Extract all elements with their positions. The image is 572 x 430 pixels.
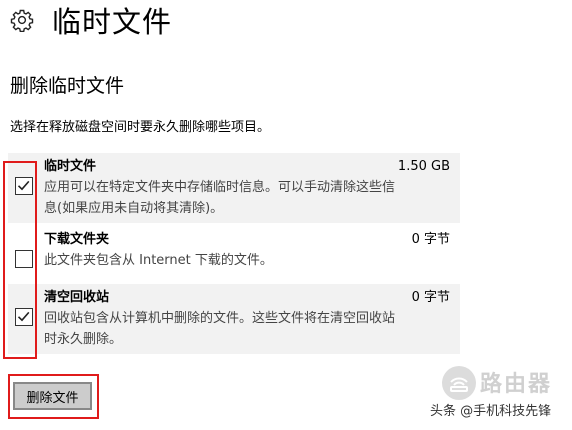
delete-files-button[interactable]: 删除文件 bbox=[13, 382, 92, 410]
check-icon bbox=[17, 180, 30, 191]
watermark-author: 头条 @手机科技先锋 bbox=[430, 404, 552, 419]
list-item-downloads[interactable]: 下载文件夹 0 字节 此文件夹包含从 Internet 下载的文件。 bbox=[8, 226, 460, 281]
checkbox-temp-files[interactable] bbox=[15, 177, 33, 195]
check-icon bbox=[17, 311, 30, 322]
item-size: 0 字节 bbox=[411, 232, 450, 247]
list-item-temp-files[interactable]: 临时文件 1.50 GB 应用可以在特定文件夹中存储临时信息。可以手动清除这些信… bbox=[8, 153, 460, 223]
item-size: 0 字节 bbox=[411, 290, 450, 305]
watermark-brand: 路由器 bbox=[480, 372, 553, 397]
section-description: 选择在释放磁盘空间时要永久删除哪些项目。 bbox=[10, 120, 271, 135]
router-watermark-icon bbox=[442, 366, 476, 400]
section-title: 删除临时文件 bbox=[10, 75, 125, 97]
checkbox-recycle-bin[interactable] bbox=[15, 308, 33, 326]
item-name: 下载文件夹 bbox=[44, 232, 110, 247]
item-description-line: 应用可以在特定文件夹中存储临时信息。可以手动清除这些信 bbox=[44, 180, 396, 195]
settings-page: 临时文件 删除临时文件 选择在释放磁盘空间时要永久删除哪些项目。 临时文件 1.… bbox=[0, 0, 572, 430]
gear-icon bbox=[10, 8, 34, 33]
list-item-recycle-bin[interactable]: 清空回收站 0 字节 回收站包含从计算机中删除的文件。这些文件将在清空回收站 时… bbox=[8, 284, 460, 354]
item-description-line: 回收站包含从计算机中删除的文件。这些文件将在清空回收站 bbox=[44, 311, 396, 326]
checkbox-downloads[interactable] bbox=[15, 250, 33, 268]
item-description-line: 息(如果应用未自动将其清除)。 bbox=[44, 201, 224, 216]
item-description: 此文件夹包含从 Internet 下载的文件。 bbox=[44, 250, 454, 271]
temp-file-list: 临时文件 1.50 GB 应用可以在特定文件夹中存储临时信息。可以手动清除这些信… bbox=[8, 153, 460, 357]
item-description-line: 此文件夹包含从 Internet 下载的文件。 bbox=[44, 253, 273, 268]
item-size: 1.50 GB bbox=[397, 159, 450, 174]
item-description: 应用可以在特定文件夹中存储临时信息。可以手动清除这些信 息(如果应用未自动将其清… bbox=[44, 177, 454, 219]
item-name: 清空回收站 bbox=[44, 290, 110, 305]
item-description: 回收站包含从计算机中删除的文件。这些文件将在清空回收站 时永久删除。 bbox=[44, 308, 454, 350]
page-title: 临时文件 bbox=[52, 5, 173, 39]
item-name: 临时文件 bbox=[44, 159, 97, 174]
item-description-line: 时永久删除。 bbox=[44, 332, 123, 347]
